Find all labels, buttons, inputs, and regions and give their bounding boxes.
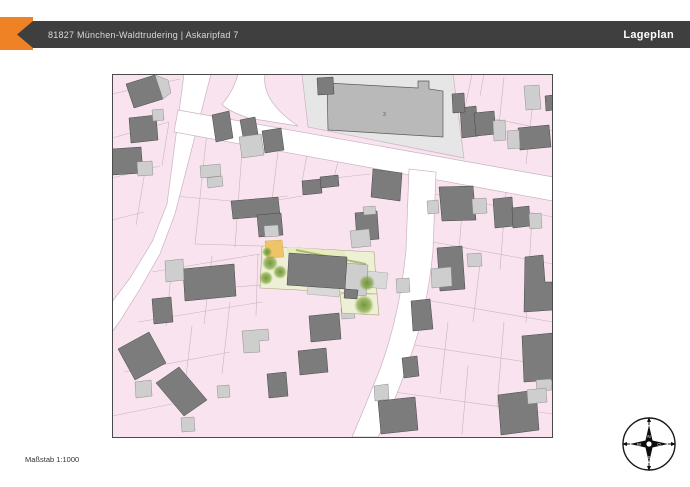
compass-east-label: O — [657, 442, 661, 447]
building-number-label: 3 — [383, 112, 386, 118]
header-bar: 81827 München-Waldtrudering | Askaripfad… — [17, 21, 690, 48]
site-plan-map: 3 — [112, 74, 553, 438]
compass-north-label: N — [647, 434, 650, 439]
scale-label: Maßstab 1:1000 — [25, 455, 79, 464]
compass-south-label: S — [647, 455, 650, 460]
compass-icon: N O S W — [617, 412, 681, 476]
large-building — [327, 81, 443, 137]
address-text: 81827 München-Waldtrudering | Askaripfad… — [48, 21, 239, 48]
subject-building — [287, 253, 347, 289]
page-title: Lageplan — [623, 21, 674, 48]
